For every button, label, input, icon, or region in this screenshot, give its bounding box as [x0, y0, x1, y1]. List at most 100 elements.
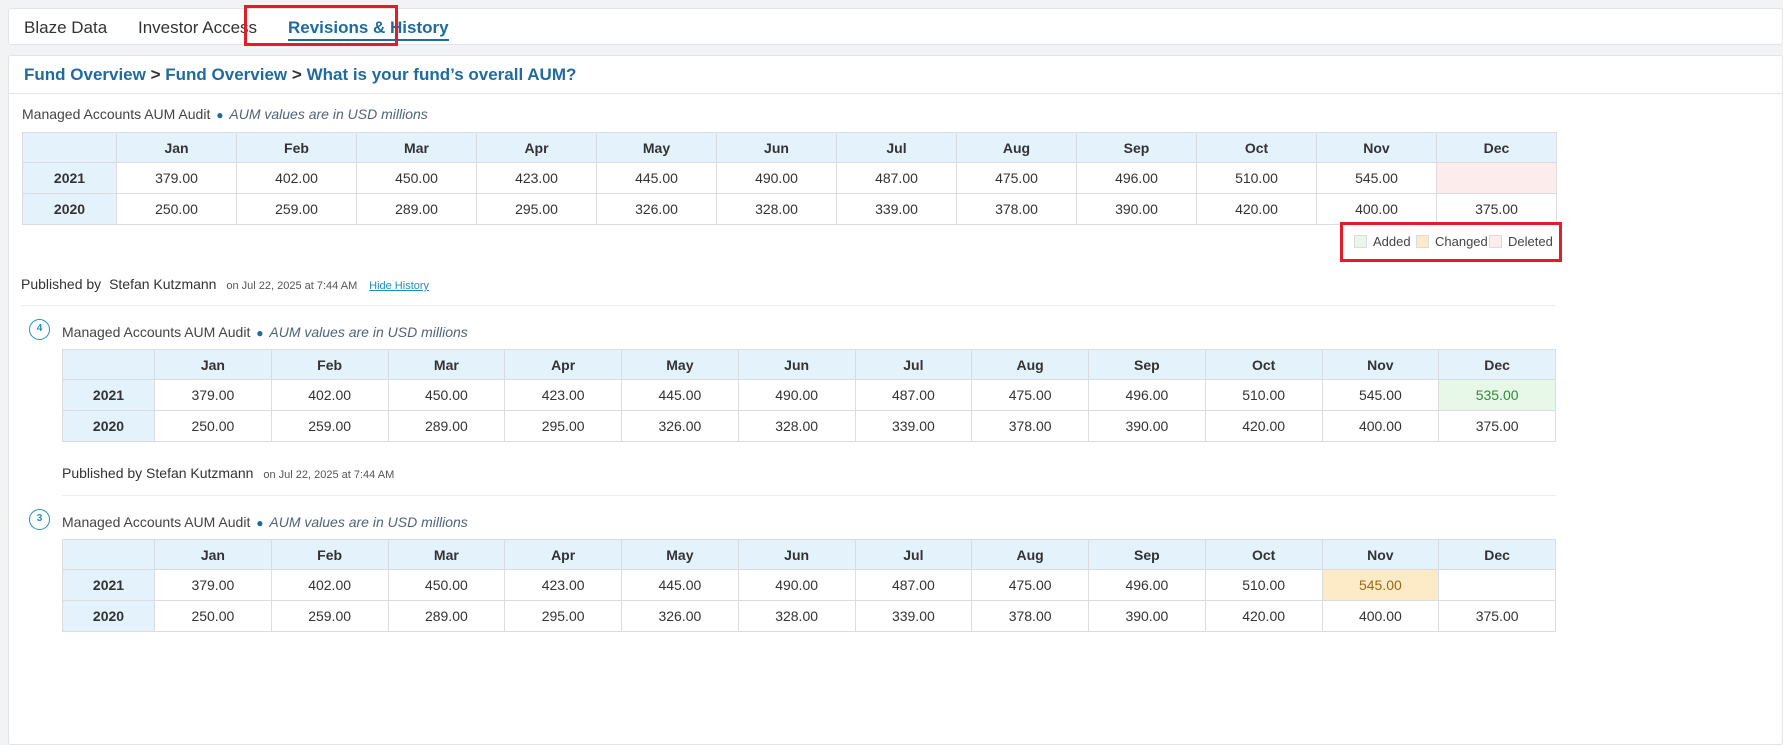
legend-swatch-changed	[1416, 235, 1429, 248]
value-cell: 326.00	[621, 600, 739, 632]
month-header: Sep	[1088, 349, 1206, 380]
revision-caption: Managed Accounts AUM Audit ● AUM values …	[62, 514, 468, 530]
tab-investor-access[interactable]: Investor Access	[138, 9, 257, 46]
published-meta: on Jul 22, 2025 at 7:44 AM	[226, 280, 358, 292]
table-row: 2020 250.00 259.00 289.00 295.00 326.00 328.00…	[62, 600, 1556, 632]
change-legend: Added Changed Deleted	[1354, 234, 1554, 252]
value-cell: 445.00	[621, 569, 739, 601]
published-meta: on Jul 22, 2025 at 7:44 AM	[263, 469, 395, 481]
version-badge: 4	[29, 319, 50, 340]
tab-revisions-history-label: Revisions & History	[288, 18, 449, 37]
year-cell: 2021	[62, 379, 155, 411]
value-cell: 420.00	[1204, 410, 1323, 442]
month-header: Sep	[1076, 132, 1197, 163]
bullet-icon: ●	[256, 326, 264, 340]
tab-bar: Blaze Data Investor Access Revisions & H…	[8, 8, 1783, 45]
value-cell: 400.00	[1321, 600, 1440, 632]
month-header: Sep	[1088, 539, 1206, 570]
month-header: Dec	[1438, 349, 1556, 380]
value-cell: 390.00	[1076, 193, 1197, 225]
legend-swatch-added	[1354, 235, 1367, 248]
active-tab-underline	[288, 39, 449, 41]
value-cell: 420.00	[1204, 600, 1323, 632]
value-cell: 475.00	[956, 162, 1077, 194]
table-row: 2021 379.00 402.00 450.00 423.00 445.00 490.00…	[62, 569, 1556, 601]
tab-blaze-data[interactable]: Blaze Data	[24, 9, 107, 46]
value-cell: 259.00	[236, 193, 357, 225]
corner-cell	[62, 349, 155, 380]
value-cell: 450.00	[387, 569, 506, 601]
value-cell: 250.00	[154, 410, 272, 442]
current-table-caption: Managed Accounts AUM Audit ● AUM values …	[22, 106, 428, 122]
hide-history-link[interactable]: Hide History	[369, 280, 429, 292]
value-cell: 378.00	[956, 193, 1077, 225]
value-cell: 496.00	[1088, 569, 1206, 601]
value-cell: 339.00	[854, 600, 973, 632]
tab-revisions-history[interactable]: Revisions & History	[288, 9, 449, 46]
revision-3-aum-table: Jan Feb Mar Apr May Jun Jul Aug Sep Oct Nov Dec 2021…	[62, 539, 1556, 632]
value-cell: 375.00	[1438, 600, 1556, 632]
legend-item-added: Added	[1354, 234, 1411, 249]
value-cell: 289.00	[356, 193, 477, 225]
value-cell: 490.00	[737, 569, 856, 601]
value-cell: 328.00	[737, 600, 856, 632]
table-note: AUM values are in USD millions	[229, 106, 428, 122]
month-header: May	[596, 132, 717, 163]
value-cell: 535.00	[1438, 379, 1556, 411]
value-cell	[1436, 162, 1557, 194]
value-cell: 390.00	[1088, 410, 1206, 442]
value-cell: 379.00	[154, 569, 272, 601]
breadcrumb: Fund Overview > Fund Overview > What is …	[24, 65, 576, 85]
value-cell: 496.00	[1076, 162, 1197, 194]
legend-item-deleted: Deleted	[1489, 234, 1553, 249]
month-header: Oct	[1204, 349, 1323, 380]
month-header: May	[621, 539, 739, 570]
value-cell: 259.00	[270, 410, 389, 442]
table-row: 2021 379.00 402.00 450.00 423.00 445.00 490.00…	[62, 379, 1556, 411]
value-cell: 402.00	[270, 569, 389, 601]
year-cell: 2020	[22, 193, 117, 225]
bullet-icon: ●	[256, 516, 264, 530]
month-header: Feb	[270, 349, 389, 380]
legend-label: Deleted	[1508, 234, 1553, 249]
month-header: Jun	[716, 132, 837, 163]
value-cell: 400.00	[1321, 410, 1440, 442]
value-cell: 487.00	[836, 162, 957, 194]
year-cell: 2020	[62, 600, 155, 632]
year-cell: 2020	[62, 410, 155, 442]
value-cell: 510.00	[1196, 162, 1317, 194]
value-cell: 475.00	[971, 569, 1089, 601]
divider	[62, 495, 1556, 496]
year-cell: 2021	[62, 569, 155, 601]
value-cell: 475.00	[971, 379, 1089, 411]
value-cell: 375.00	[1436, 193, 1557, 225]
value-cell: 295.00	[504, 600, 622, 632]
month-header: Mar	[356, 132, 477, 163]
version-badge: 3	[29, 509, 50, 530]
value-cell: 400.00	[1316, 193, 1437, 225]
published-prefix: Published by	[21, 276, 102, 292]
value-cell: 328.00	[737, 410, 856, 442]
divider	[21, 305, 1556, 306]
breadcrumb-item-fund-overview[interactable]: Fund Overview	[24, 65, 146, 84]
legend-item-changed: Changed	[1416, 234, 1488, 249]
breadcrumb-item-fund-overview-2[interactable]: Fund Overview	[165, 65, 287, 84]
month-header: Jul	[854, 349, 973, 380]
value-cell: 402.00	[270, 379, 389, 411]
value-cell: 545.00	[1316, 162, 1437, 194]
published-prefix: Published by Stefan Kutzmann	[62, 465, 254, 481]
month-header: Mar	[387, 349, 506, 380]
month-header: Aug	[956, 132, 1077, 163]
month-header: Jul	[854, 539, 973, 570]
month-header: Dec	[1436, 132, 1557, 163]
month-header: Jan	[116, 132, 237, 163]
value-cell: 510.00	[1204, 569, 1323, 601]
panel-divider	[9, 93, 1782, 94]
value-cell: 295.00	[504, 410, 622, 442]
value-cell: 289.00	[387, 410, 506, 442]
table-row: 2021 379.00 402.00 450.00 423.00 445.00 490.00…	[22, 162, 1557, 194]
value-cell: 510.00	[1204, 379, 1323, 411]
breadcrumb-current: What is your fund’s overall AUM?	[306, 65, 577, 84]
value-cell: 420.00	[1196, 193, 1317, 225]
value-cell: 339.00	[854, 410, 973, 442]
